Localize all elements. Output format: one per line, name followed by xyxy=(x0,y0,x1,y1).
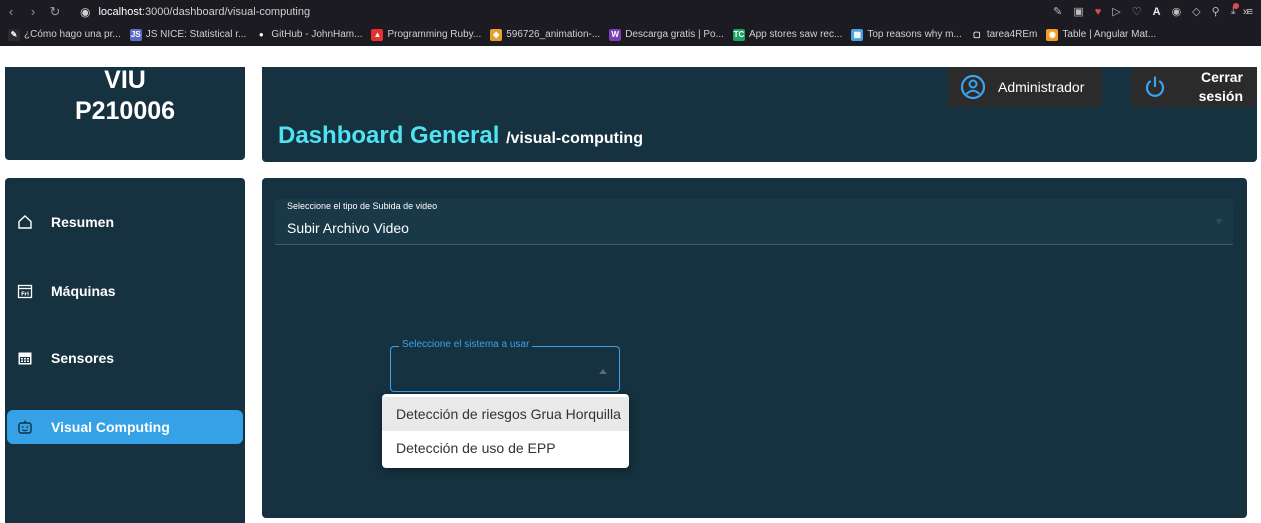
chevron-down-icon xyxy=(1215,219,1223,224)
upload-type-select[interactable]: Seleccione el tipo de Subida de video Su… xyxy=(275,199,1233,245)
sidebar-item-label: Visual Computing xyxy=(51,419,170,435)
bookmark-item[interactable]: TC App stores saw rec... xyxy=(732,28,843,41)
bookmark-favicon-icon: ◆ xyxy=(490,28,503,41)
play-icon[interactable]: ▷ xyxy=(1112,5,1120,18)
menu-item-grua-horquilla[interactable]: Detección de riesgos Grua Horquilla xyxy=(382,397,629,431)
logout-label-line2: sesión xyxy=(1198,88,1243,104)
page-title-text: Dashboard General xyxy=(278,122,500,149)
system-select[interactable]: Seleccione el sistema a usar xyxy=(390,339,620,392)
url-path: :3000/dashboard/visual-computing xyxy=(141,5,311,18)
brand-line2: P210006 xyxy=(74,97,176,125)
bookmark-item[interactable]: W Descarga gratis | Po... xyxy=(609,28,724,41)
upload-type-value: Subir Archivo Video xyxy=(287,220,409,236)
user-button[interactable]: Administrador xyxy=(948,67,1102,107)
back-icon[interactable]: ‹ xyxy=(0,4,22,19)
bookmark-item[interactable]: ▦ Top reasons why m... xyxy=(851,28,962,41)
profile-icon[interactable]: ⚲ xyxy=(1212,5,1220,18)
globe-icon: ◉ xyxy=(80,4,91,19)
power-icon xyxy=(1145,76,1165,97)
bookmark-favicon-icon: W xyxy=(609,28,622,41)
bookmark-item[interactable]: ✎ ¿Cómo hago una pr... xyxy=(8,28,121,41)
logout-label: Cerrar sesión xyxy=(1183,68,1243,106)
bookmark-label: GitHub - JohnHam... xyxy=(271,29,363,40)
bookmark-favicon-icon: TC xyxy=(732,28,745,41)
bookmark-favicon-icon: JS xyxy=(129,28,142,41)
bookmark-item[interactable]: ▲ Programming Ruby... xyxy=(371,28,482,41)
download-icon[interactable]: ⤓ xyxy=(1231,3,1239,18)
bookmark-item[interactable]: ▢ tarea4REm xyxy=(970,28,1038,41)
notification-dot xyxy=(1232,3,1239,9)
calendar-fri-icon: Fri xyxy=(17,284,33,299)
reload-icon[interactable]: ↻ xyxy=(44,4,66,20)
home-icon xyxy=(18,215,32,229)
bookmark-item[interactable]: ◉ Table | Angular Mat... xyxy=(1046,28,1157,41)
logout-label-line1: Cerrar xyxy=(1200,69,1243,85)
heart-icon[interactable]: ♡ xyxy=(1132,5,1142,18)
bookmark-label: ¿Cómo hago una pr... xyxy=(24,29,121,40)
user-circle-icon xyxy=(960,74,986,100)
shield-icon[interactable]: ♥ xyxy=(1095,6,1102,18)
app: VIU P210006 Administrador Cerrar sesión … xyxy=(0,46,1261,523)
url-host: localhost xyxy=(98,5,142,18)
edit-icon[interactable]: ✎ xyxy=(1053,5,1062,18)
extension-toolbar: ✎ ▣ ♥ ▷ ♡ A ◉ ◇ ⚲ ⤓ ≡ xyxy=(1053,0,1253,23)
bookmark-favicon-icon: ▲ xyxy=(371,28,384,41)
browser-chrome: ‹ › ↻ ◉ localhost:3000/dashboard/visual-… xyxy=(0,0,1261,46)
calendar-grid-icon xyxy=(18,352,32,365)
bookmark-favicon-icon: ● xyxy=(255,28,268,41)
sidebar-item-visual-computing[interactable]: Visual Computing xyxy=(7,410,243,444)
address-bar-row: ‹ › ↻ ◉ localhost:3000/dashboard/visual-… xyxy=(0,0,1261,23)
bookmark-label: Table | Angular Mat... xyxy=(1062,29,1157,40)
bookmark-favicon-icon: ✎ xyxy=(8,28,20,41)
svg-text:Fri: Fri xyxy=(21,292,29,298)
user-label: Administrador xyxy=(998,79,1085,95)
bookmark-favicon-icon: ◉ xyxy=(1046,28,1059,41)
brand-line1: VIU xyxy=(104,66,146,94)
bookmark-favicon-icon: ▢ xyxy=(970,28,983,41)
sidebar-item-label: Máquinas xyxy=(51,283,116,299)
sidebar-item-maquinas[interactable]: Fri Máquinas xyxy=(7,274,243,308)
url-field[interactable]: localhost:3000/dashboard/visual-computin… xyxy=(98,6,310,18)
sidebar-item-label: Sensores xyxy=(51,350,115,366)
robot-face-icon xyxy=(18,420,32,434)
header: Administrador Cerrar sesión Dashboard Ge… xyxy=(262,67,1257,162)
bookmark-label: Programming Ruby... xyxy=(387,29,482,40)
sidebar-item-label: Resumen xyxy=(51,214,115,230)
bookmark-label: JS NICE: Statistical r... xyxy=(145,29,247,40)
bookmark-label: Top reasons why m... xyxy=(867,29,962,40)
forward-icon[interactable]: › xyxy=(22,4,44,19)
page-title: Dashboard General /visual-computing xyxy=(278,122,643,150)
chevron-up-icon xyxy=(599,369,607,374)
sidebar-item-sensores[interactable]: Sensores xyxy=(7,341,243,375)
system-select-label: Seleccione el sistema a usar xyxy=(399,339,533,350)
bookmarks-overflow-icon[interactable]: » xyxy=(1243,0,1249,23)
page-path: /visual-computing xyxy=(506,130,643,147)
bookmark-label: tarea4REm xyxy=(986,29,1038,40)
bookmark-item[interactable]: ◆ 596726_animation-... xyxy=(490,28,601,41)
wallet-icon[interactable]: ◉ xyxy=(1172,5,1182,18)
upload-type-label: Seleccione el tipo de Subida de video xyxy=(287,201,438,211)
bookmark-item[interactable]: JS JS NICE: Statistical r... xyxy=(129,28,247,41)
bookmark-item[interactable]: ● GitHub - JohnHam... xyxy=(255,28,363,41)
extension-a-icon[interactable]: A xyxy=(1153,6,1161,18)
bookmark-label: App stores saw rec... xyxy=(748,29,843,40)
bookmark-favicon-icon: ▦ xyxy=(851,28,864,41)
cube-icon[interactable]: ◇ xyxy=(1192,5,1200,18)
brand-panel: VIU P210006 xyxy=(5,66,245,160)
system-options-menu: Detección de riesgos Grua Horquilla Dete… xyxy=(382,394,629,468)
sidebar-item-resumen[interactable]: Resumen xyxy=(7,205,243,239)
sidebar: Resumen Fri Máquinas Sensores Visual Com… xyxy=(5,178,245,523)
logout-button[interactable]: Cerrar sesión xyxy=(1131,67,1257,107)
bookmark-label: Descarga gratis | Po... xyxy=(625,29,724,40)
camera-icon[interactable]: ▣ xyxy=(1073,5,1083,18)
bookmarks-bar: ✎ ¿Cómo hago una pr... JS JS NICE: Statisti… xyxy=(0,23,1261,46)
menu-item-uso-epp[interactable]: Detección de uso de EPP xyxy=(382,431,629,465)
bookmark-label: 596726_animation-... xyxy=(506,29,601,40)
